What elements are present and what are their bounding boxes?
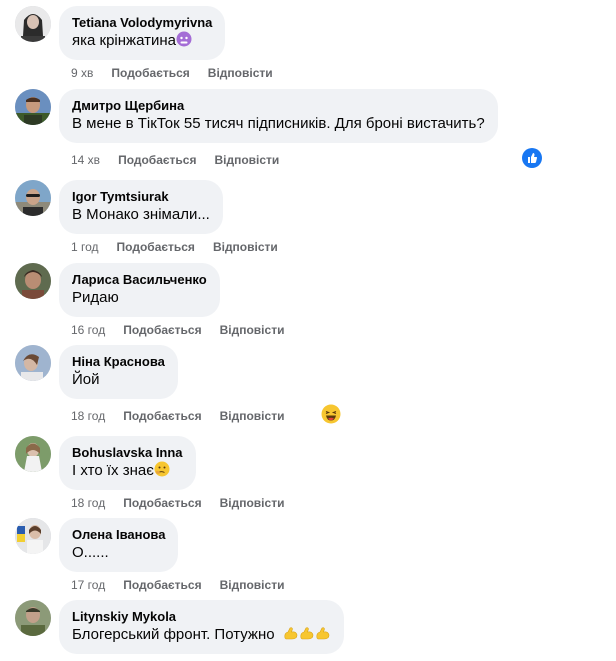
avatar[interactable]: [15, 345, 51, 381]
reply-button[interactable]: Відповісти: [220, 495, 285, 511]
like-button[interactable]: Подобається: [111, 65, 189, 81]
comment-text-content: Блогерський фронт. Потужно: [72, 626, 275, 643]
comment-bubble: Олена Іванова О......: [59, 518, 179, 572]
comment-actions: 18 год Подобається Відповісти: [71, 495, 302, 511]
comment-text-content: яка крінжатина: [72, 32, 176, 49]
comment-time[interactable]: 18 год: [71, 495, 105, 511]
comment-bubble: Дмитро Щербина В мене в ТікТок 55 тисяч …: [59, 89, 498, 143]
thinking-face-emoji-icon: [154, 461, 170, 477]
comment-actions: 16 год Подобається Відповісти: [71, 322, 302, 338]
reply-button[interactable]: Відповісти: [214, 152, 279, 168]
comment-bubble: Ніна Краснова Йой: [59, 345, 178, 399]
comment-actions: 18 год Подобається Відповісти: [71, 408, 302, 424]
comment-text: Блогерський фронт. Потужно: [72, 625, 331, 645]
like-button[interactable]: Подобається: [117, 239, 195, 255]
comment-bubble: Bohuslavska Inna І хто їх знає: [59, 436, 196, 490]
comment-author[interactable]: Дмитро Щербина: [72, 97, 485, 114]
comment-text: В мене в ТікТок 55 тисяч підписників. Дл…: [72, 115, 485, 132]
comment-actions: 14 хв Подобається Відповісти: [71, 152, 297, 168]
reply-button[interactable]: Відповісти: [213, 239, 278, 255]
comment-bubble: Litynskiy Mykola Блогерський фронт. Поту…: [59, 600, 344, 654]
comment-text-content: І хто їх знає: [72, 462, 154, 479]
comment-time[interactable]: 18 год: [71, 408, 105, 424]
comment-text: І хто їх знає: [72, 461, 183, 481]
flexed-biceps-emoji-icon: [315, 626, 331, 643]
comment-text: В Монако знімали...: [72, 206, 210, 223]
comment-text: Йой: [72, 371, 100, 388]
comment-author[interactable]: Bohuslavska Inna: [72, 444, 183, 461]
comment-actions: 9 хв Подобається Відповісти: [71, 65, 291, 81]
flexed-biceps-emoji-icon: [283, 626, 299, 643]
avatar[interactable]: [15, 263, 51, 299]
comment-author[interactable]: Лариса Васильченко: [72, 271, 207, 288]
like-button[interactable]: Подобається: [123, 322, 201, 338]
comment-bubble: Igor Tymtsiurak В Монако знімали...: [59, 180, 223, 234]
comment-text: Ридаю: [72, 289, 119, 306]
like-reaction-icon[interactable]: [522, 148, 542, 168]
comment-time[interactable]: 9 хв: [71, 65, 93, 81]
comment-text: яка крінжатина: [72, 31, 212, 51]
like-button[interactable]: Подобається: [123, 408, 201, 424]
comment-author[interactable]: Tetiana Volodymyrivna: [72, 14, 212, 31]
comment-bubble: Лариса Васильченко Ридаю: [59, 263, 220, 317]
cringe-face-emoji-icon: [176, 31, 192, 47]
comment-author[interactable]: Litynskiy Mykola: [72, 608, 331, 625]
comment-time[interactable]: 14 хв: [71, 152, 100, 168]
comment-actions: 1 год Подобається Відповісти: [71, 239, 296, 255]
comment-author[interactable]: Igor Tymtsiurak: [72, 188, 210, 205]
reply-button[interactable]: Відповісти: [220, 408, 285, 424]
like-button[interactable]: Подобається: [118, 152, 196, 168]
flexed-biceps-emoji-icon: [299, 626, 315, 643]
reply-button[interactable]: Відповісти: [220, 322, 285, 338]
like-button[interactable]: Подобається: [123, 495, 201, 511]
like-button[interactable]: Подобається: [123, 577, 201, 593]
avatar[interactable]: [15, 89, 51, 125]
comment-bubble: Tetiana Volodymyrivna яка крінжатина: [59, 6, 226, 60]
avatar[interactable]: [15, 600, 51, 636]
reply-button[interactable]: Відповісти: [208, 65, 273, 81]
comment-text: О......: [72, 544, 109, 561]
comment-author[interactable]: Ніна Краснова: [72, 353, 165, 370]
laughing-face-reaction-icon[interactable]: [321, 404, 341, 424]
avatar[interactable]: [15, 436, 51, 472]
comment-time[interactable]: 1 год: [71, 239, 99, 255]
comment-time[interactable]: 17 год: [71, 577, 105, 593]
comment-author[interactable]: Олена Іванова: [72, 526, 165, 543]
avatar[interactable]: [15, 180, 51, 216]
avatar[interactable]: [15, 518, 51, 554]
comment-time[interactable]: 16 год: [71, 322, 105, 338]
comment-actions: 17 год Подобається Відповісти: [71, 577, 302, 593]
reply-button[interactable]: Відповісти: [220, 577, 285, 593]
avatar[interactable]: [15, 6, 51, 42]
